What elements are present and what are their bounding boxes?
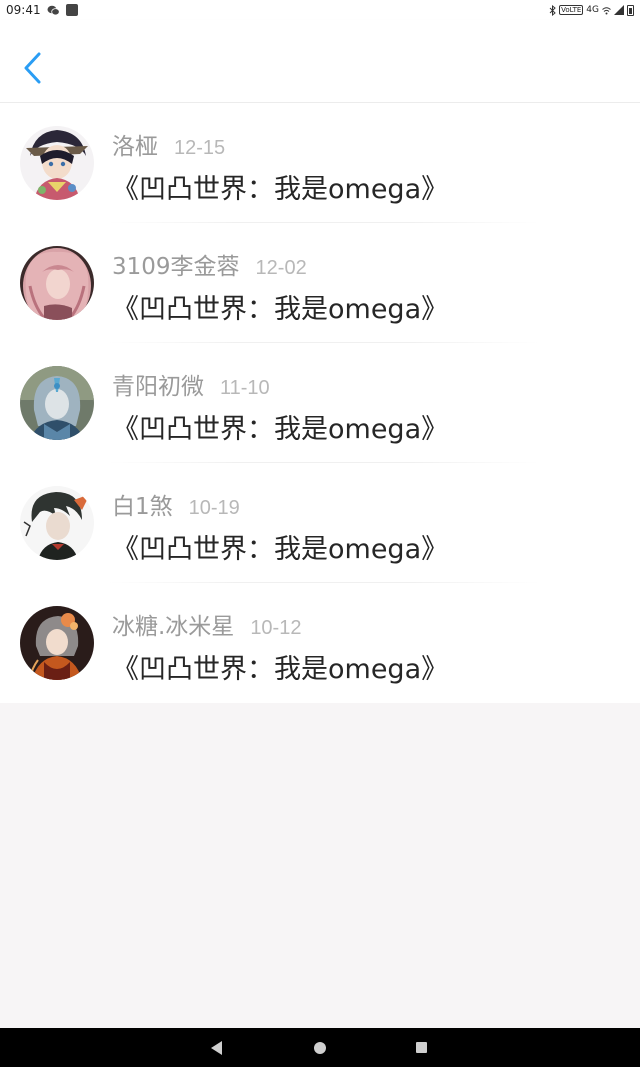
username[interactable]: 冰糖.冰米星 — [112, 607, 234, 641]
post-date: 10-19 — [188, 497, 240, 519]
message-text: 《凹凸世界：我是omega》 — [112, 534, 449, 565]
bluetooth-icon — [549, 4, 556, 16]
meta-row: 白1煞 10-19 — [112, 487, 240, 521]
username[interactable]: 洛桠 — [112, 127, 158, 161]
avatar[interactable] — [20, 606, 94, 680]
username[interactable]: 白1煞 — [112, 487, 173, 521]
message-text: 《凹凸世界：我是omega》 — [112, 414, 449, 445]
meta-row: 3109李金蓉 12-02 — [112, 247, 307, 281]
message-text: 《凹凸世界：我是omega》 — [112, 174, 449, 205]
avatar[interactable] — [20, 126, 94, 200]
meta-row: 冰糖.冰米星 10-12 — [112, 607, 301, 641]
battery-icon — [627, 4, 634, 16]
message-text: 《凹凸世界：我是omega》 — [112, 294, 449, 325]
username[interactable]: 3109李金蓉 — [112, 247, 240, 281]
volte-icon: VoLTE — [559, 5, 584, 15]
status-left: 09:41 — [6, 3, 78, 17]
back-button[interactable] — [18, 48, 50, 88]
post-date: 10-12 — [250, 617, 302, 639]
chevron-left-icon — [24, 52, 41, 84]
meta-row: 洛桠 12-15 — [112, 127, 225, 161]
list-item[interactable]: 3109李金蓉 12-02 《凹凸世界：我是omega》 — [0, 223, 640, 343]
signal-icon — [614, 5, 624, 15]
list-item[interactable]: 白1煞 10-19 《凹凸世界：我是omega》 — [0, 463, 640, 583]
avatar[interactable] — [20, 486, 94, 560]
status-right: VoLTE 4G — [549, 4, 634, 16]
post-date: 11-10 — [220, 377, 270, 399]
nav-back-icon[interactable] — [211, 1041, 222, 1055]
meta-row: 青阳初微 11-10 — [112, 367, 270, 401]
list-item[interactable]: 冰糖.冰米星 10-12 《凹凸世界：我是omega》 — [0, 583, 640, 703]
status-time: 09:41 — [6, 3, 41, 17]
system-nav-bar — [0, 1028, 640, 1067]
nav-recents-icon[interactable] — [416, 1042, 427, 1053]
avatar[interactable] — [20, 366, 94, 440]
wechat-icon — [47, 5, 60, 15]
header — [0, 20, 640, 103]
wifi-icon — [602, 6, 611, 14]
network-4g-label: 4G — [586, 5, 599, 15]
status-bar: 09:41 VoLTE 4G — [0, 0, 640, 20]
comment-list: 洛桠 12-15 《凹凸世界：我是omega》 3109李金蓉 12-02 《凹… — [0, 103, 640, 703]
message-text: 《凹凸世界：我是omega》 — [112, 654, 449, 685]
username[interactable]: 青阳初微 — [112, 367, 204, 401]
post-date: 12-15 — [174, 137, 226, 159]
list-item[interactable]: 洛桠 12-15 《凹凸世界：我是omega》 — [0, 103, 640, 223]
nav-home-icon[interactable] — [314, 1042, 326, 1054]
app-square-icon — [65, 4, 78, 16]
post-date: 12-02 — [255, 257, 307, 279]
list-item[interactable]: 青阳初微 11-10 《凹凸世界：我是omega》 — [0, 343, 640, 463]
avatar[interactable] — [20, 246, 94, 320]
